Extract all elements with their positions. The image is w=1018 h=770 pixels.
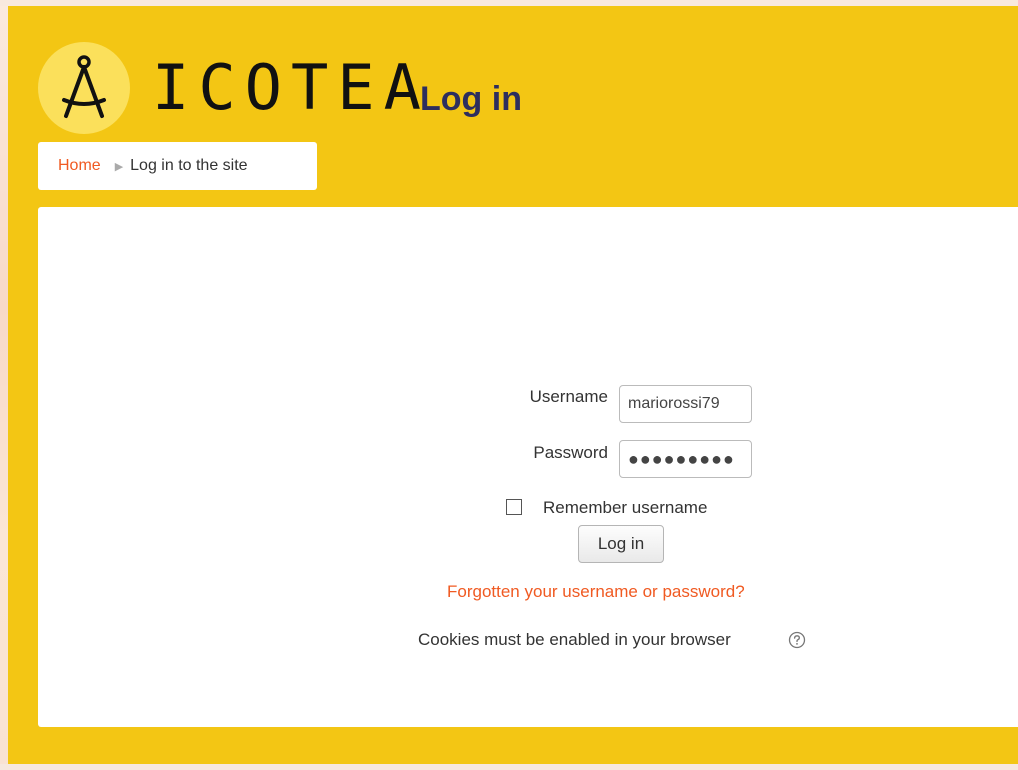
username-label: Username (529, 387, 608, 406)
breadcrumb-current: Log in to the site (130, 157, 248, 174)
question-circle-icon[interactable] (788, 631, 806, 649)
breadcrumb: Home ▶ Log in to the site (38, 142, 317, 190)
remember-username-label: Remember username (543, 498, 708, 517)
password-input[interactable] (619, 440, 752, 478)
bottom-edge (0, 764, 1018, 770)
breadcrumb-separator-icon: ▶ (114, 160, 124, 173)
top-edge (0, 0, 1018, 6)
forgot-password-link[interactable]: Forgotten your username or password? (447, 582, 745, 602)
password-label: Password (533, 443, 608, 462)
breadcrumb-home-link[interactable]: Home (58, 157, 101, 175)
remember-username-checkbox[interactable] (506, 499, 522, 515)
cookies-notice: Cookies must be enabled in your browser (418, 630, 731, 649)
username-input[interactable] (619, 385, 752, 423)
login-button[interactable]: Log in (578, 525, 664, 563)
page-title: Log in (420, 80, 522, 118)
